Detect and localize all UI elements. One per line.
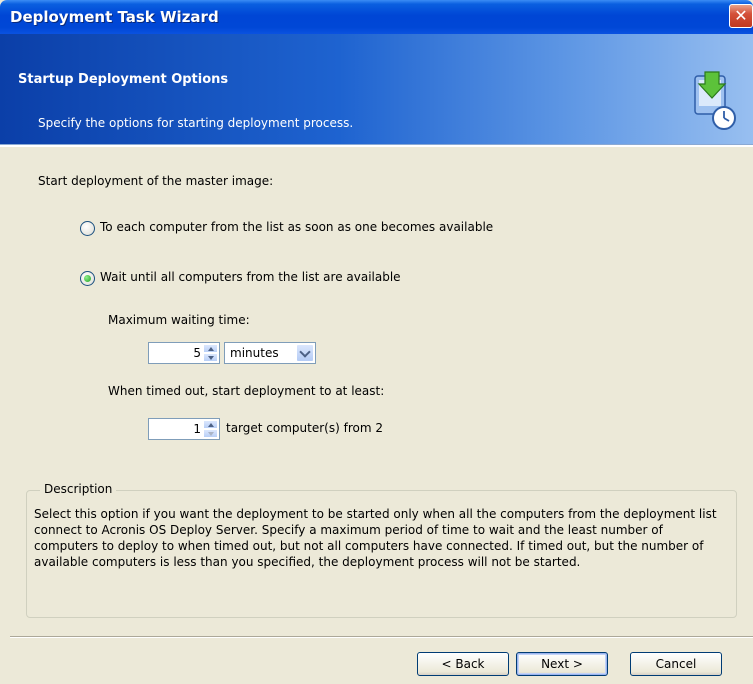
back-button[interactable]: < Back — [417, 652, 509, 676]
header-title: Startup Deployment Options — [18, 72, 229, 87]
description-legend: Description — [40, 482, 117, 496]
radio-each-computer-label[interactable]: To each computer from the list as soon a… — [100, 220, 493, 234]
next-button[interactable]: Next > — [516, 652, 608, 676]
wizard-header: Startup Deployment Options Specify the o… — [0, 34, 753, 144]
max-wait-stepper[interactable]: 5 — [148, 342, 220, 364]
max-wait-up-icon[interactable] — [203, 344, 218, 353]
wizard-window: Deployment Task Wizard ✕ Startup Deploym… — [0, 0, 753, 684]
radio-wait-all[interactable] — [80, 271, 95, 286]
header-divider — [0, 144, 753, 147]
close-button[interactable]: ✕ — [729, 4, 753, 28]
wait-unit-value: minutes — [230, 346, 279, 360]
header-subtitle: Specify the options for starting deploym… — [38, 116, 354, 130]
window-title: Deployment Task Wizard — [10, 8, 219, 26]
min-computers-stepper[interactable]: 1 — [148, 418, 220, 440]
wait-unit-select[interactable]: minutes — [224, 342, 316, 364]
min-computers-down-icon — [203, 429, 218, 438]
min-computers-up-icon[interactable] — [203, 420, 218, 429]
chevron-down-icon[interactable] — [296, 344, 314, 362]
cancel-button[interactable]: Cancel — [630, 652, 722, 676]
min-computers-value: 1 — [193, 422, 201, 436]
radio-each-computer[interactable] — [80, 221, 95, 236]
deploy-clock-icon — [694, 71, 736, 130]
max-wait-value: 5 — [193, 346, 201, 360]
title-bar[interactable]: Deployment Task Wizard ✕ — [0, 0, 753, 34]
description-text: Select this option if you want the deplo… — [34, 507, 717, 569]
timeout-label: When timed out, start deployment to at l… — [108, 384, 385, 398]
radio-wait-all-label[interactable]: Wait until all computers from the list a… — [100, 270, 401, 284]
footer-divider — [10, 636, 753, 638]
close-icon: ✕ — [734, 6, 748, 25]
start-deployment-prompt: Start deployment of the master image: — [38, 174, 274, 188]
max-wait-label: Maximum waiting time: — [108, 313, 250, 327]
min-computers-suffix: target computer(s) from 2 — [226, 421, 383, 435]
max-wait-down-icon[interactable] — [203, 353, 218, 362]
